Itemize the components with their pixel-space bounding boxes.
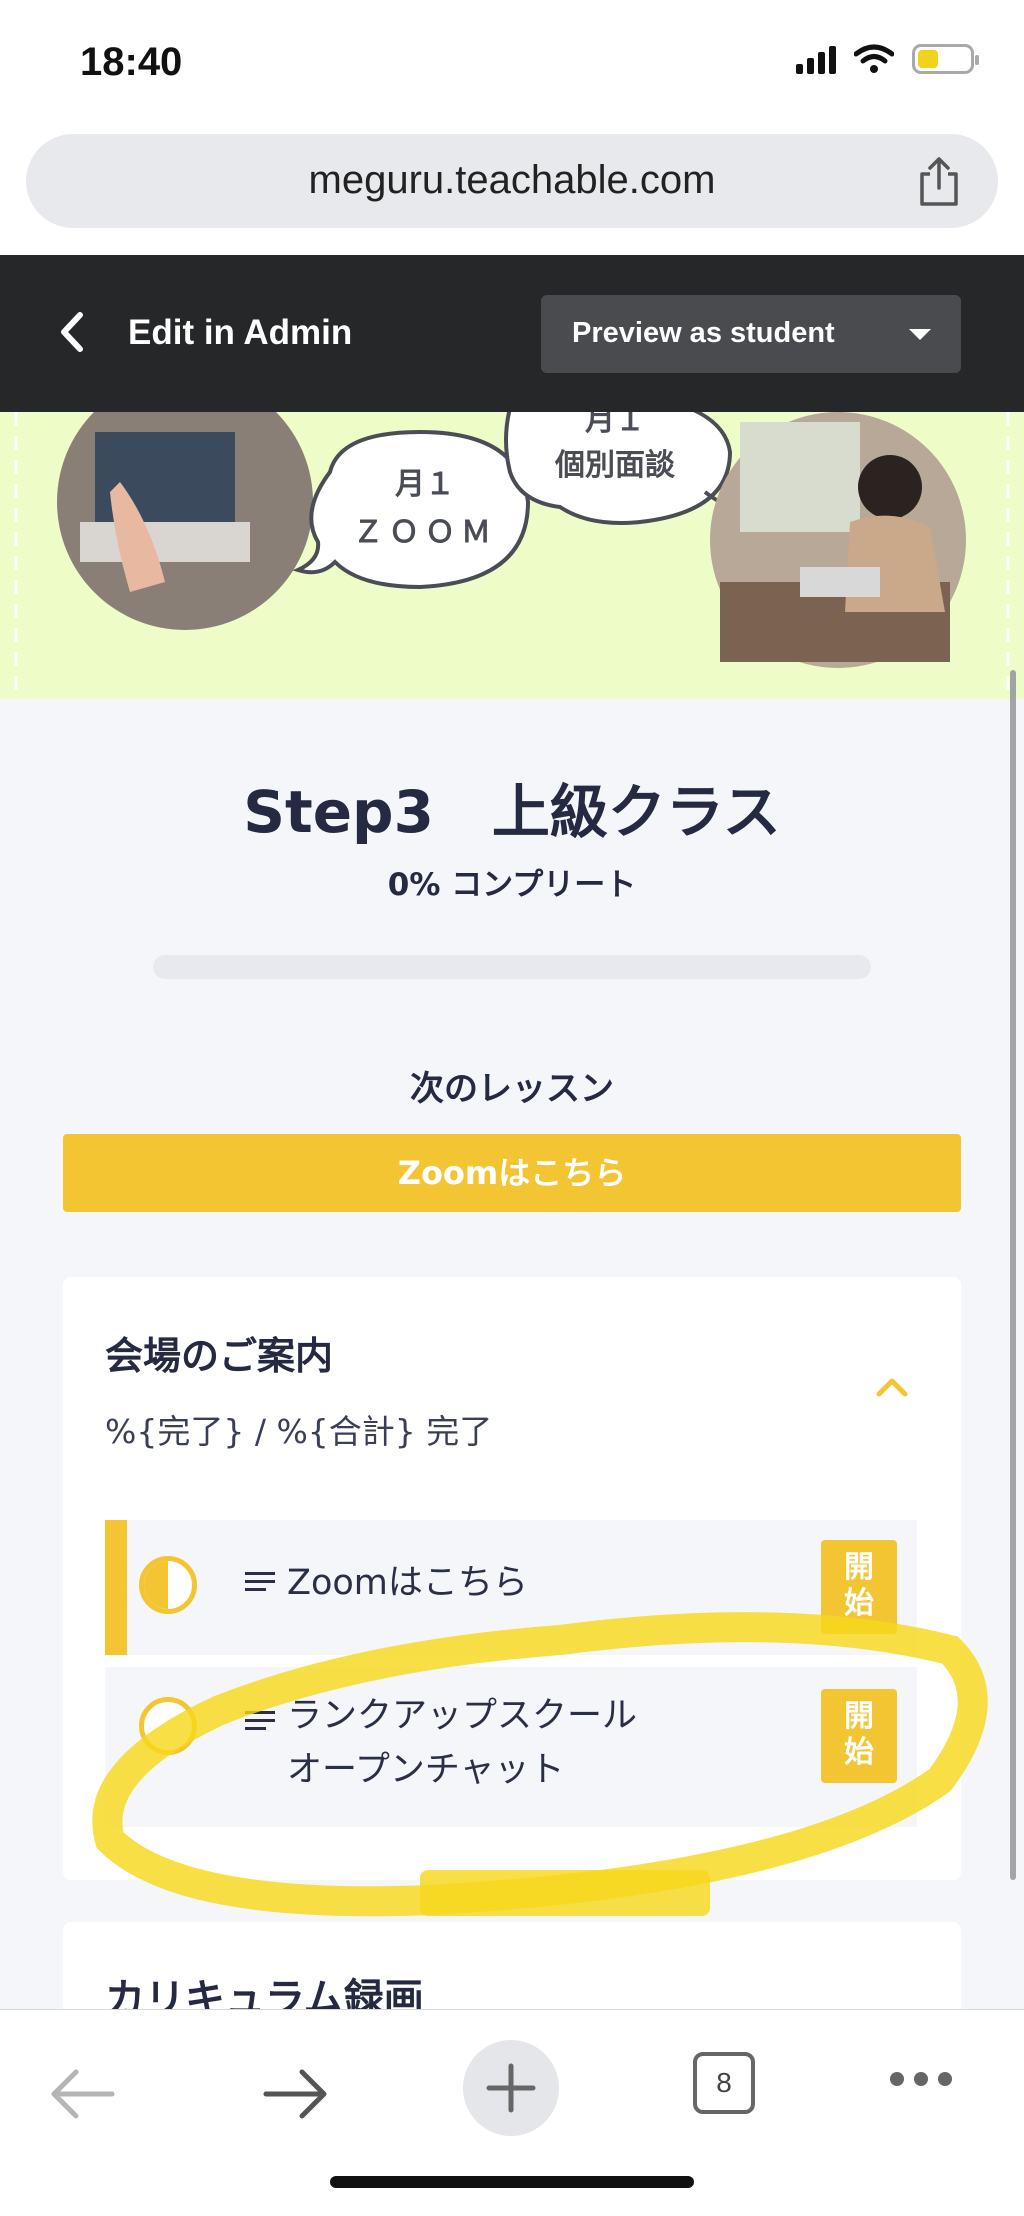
preview-as-student-dropdown[interactable]: Preview as student <box>541 295 961 373</box>
empty-circle-icon <box>139 1697 197 1755</box>
lesson-item[interactable]: Zoomはこちら 開 始 <box>105 1520 917 1655</box>
browser-url-area: meguru.teachable.com <box>0 130 1024 255</box>
chevron-left-icon[interactable] <box>58 311 86 353</box>
next-lesson-heading: 次のレッスン <box>410 1069 614 1109</box>
banner-illustration: 月１ ＺＯＯＭ 月１ 個別面談 <box>14 412 1010 699</box>
battery-icon <box>912 44 979 74</box>
tabs-count-button[interactable]: 8 <box>693 2052 755 2114</box>
section-progress-text: %{完了} / %{合計} 完了 <box>105 1412 493 1451</box>
section-title: 会場のご案内 <box>105 1334 334 1378</box>
scrollbar[interactable] <box>1010 670 1016 1880</box>
caret-down-icon <box>909 329 931 340</box>
more-icon[interactable] <box>890 2072 952 2092</box>
clock: 18:40 <box>80 40 183 84</box>
plus-icon <box>486 2063 536 2113</box>
lesson-item[interactable]: ランクアップスクール オープンチャット 開 始 <box>105 1667 917 1827</box>
bubble-right-line2: 個別面談 <box>554 448 676 483</box>
bubble-left-line2: ＺＯＯＭ <box>353 515 497 550</box>
course-content: Step3 上級クラス 0% コンプリート 次のレッスン Zoomはこちら 会場… <box>0 699 1024 2072</box>
chevron-up-icon[interactable] <box>875 1377 909 1397</box>
text-lines-icon <box>245 1572 275 1598</box>
course-title: Step3 上級クラス <box>243 778 781 846</box>
text-lines-icon <box>245 1711 275 1737</box>
back-arrow-icon[interactable] <box>42 2058 122 2130</box>
home-indicator <box>330 2176 694 2188</box>
half-circle-icon <box>139 1556 197 1614</box>
url-bar[interactable]: meguru.teachable.com <box>26 134 998 228</box>
lesson-title[interactable]: ランクアップスクール オープンチャット <box>287 1689 707 1797</box>
admin-bar: Edit in Admin Preview as student <box>0 255 1024 412</box>
share-icon[interactable] <box>916 156 962 208</box>
wifi-icon <box>854 44 894 73</box>
course-progress-bar <box>153 955 871 979</box>
bubble-right-line1: 月１ <box>585 412 645 438</box>
preview-label: Preview as student <box>572 317 835 349</box>
start-button[interactable]: 開 始 <box>821 1540 897 1634</box>
new-tab-button[interactable] <box>463 2040 559 2136</box>
lesson-title[interactable]: Zoomはこちら <box>287 1556 528 1610</box>
course-complete-text: 0% コンプリート <box>387 867 637 903</box>
signal-icon <box>796 44 836 74</box>
edit-in-admin-link[interactable]: Edit in Admin <box>128 313 352 353</box>
next-lesson-button[interactable]: Zoomはこちら <box>63 1134 961 1212</box>
bubble-left-line1: 月１ <box>395 467 455 502</box>
status-bar: 18:40 <box>0 0 1024 130</box>
status-icons <box>796 44 979 74</box>
course-banner-image: 月１ ＺＯＯＭ 月１ 個別面談 <box>0 412 1024 699</box>
section-card: 会場のご案内 %{完了} / %{合計} 完了 Zoomはこちら 開 始 ランク… <box>63 1277 961 1880</box>
start-button[interactable]: 開 始 <box>821 1689 897 1783</box>
url-text[interactable]: meguru.teachable.com <box>26 158 998 203</box>
forward-arrow-icon[interactable] <box>256 2058 336 2130</box>
